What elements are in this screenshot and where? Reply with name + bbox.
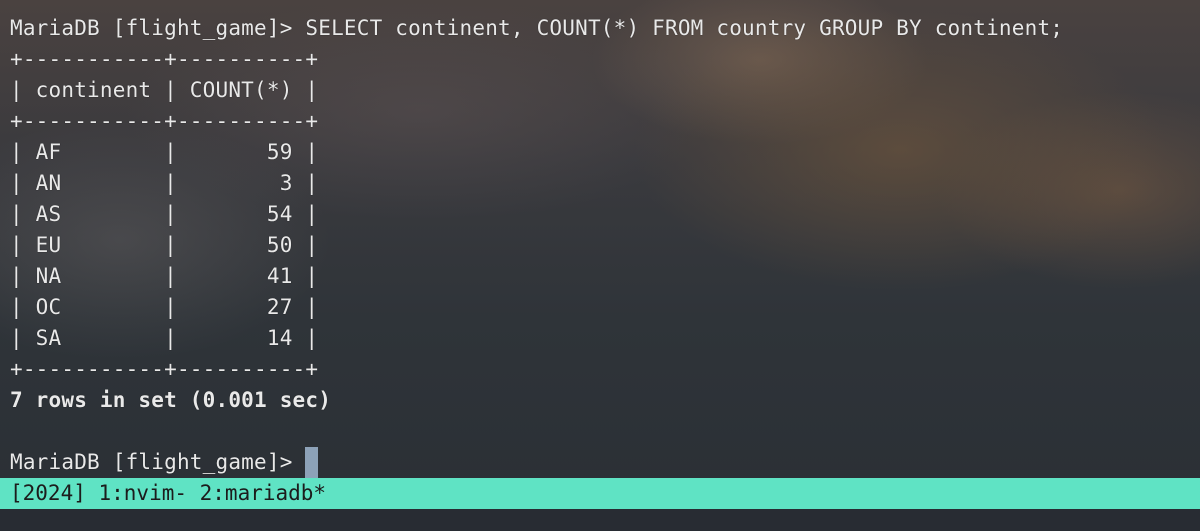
table-row: | AF | 59 | bbox=[10, 140, 319, 164]
table-border-top: +-----------+----------+ bbox=[10, 47, 319, 71]
table-border-header: +-----------+----------+ bbox=[10, 109, 319, 133]
table-row: | OC | 27 | bbox=[10, 295, 319, 319]
table-row: | AS | 54 | bbox=[10, 202, 319, 226]
table-header: | continent | COUNT(*) | bbox=[10, 78, 319, 102]
table-row: | EU | 50 | bbox=[10, 233, 319, 257]
table-row: | NA | 41 | bbox=[10, 264, 319, 288]
table-row: | AN | 3 | bbox=[10, 171, 319, 195]
tmux-status-bar: [2024] 1:nvim- 2:mariadb* bbox=[0, 478, 1200, 509]
table-row: | SA | 14 | bbox=[10, 326, 319, 350]
table-border-bottom: +-----------+----------+ bbox=[10, 357, 319, 381]
bottom-strip bbox=[0, 509, 1200, 531]
result-summary: 7 rows in set (0.001 sec) bbox=[10, 388, 332, 412]
command-line: MariaDB [flight_game]> SELECT continent,… bbox=[10, 16, 1064, 40]
text-cursor bbox=[305, 447, 319, 478]
status-bar-text[interactable]: [2024] 1:nvim- 2:mariadb* bbox=[10, 478, 326, 509]
prompt-text: MariaDB [flight_game]> bbox=[10, 450, 306, 474]
prompt-line[interactable]: MariaDB [flight_game]> bbox=[10, 447, 319, 478]
terminal-window[interactable]: MariaDB [flight_game]> SELECT continent,… bbox=[0, 0, 1200, 531]
